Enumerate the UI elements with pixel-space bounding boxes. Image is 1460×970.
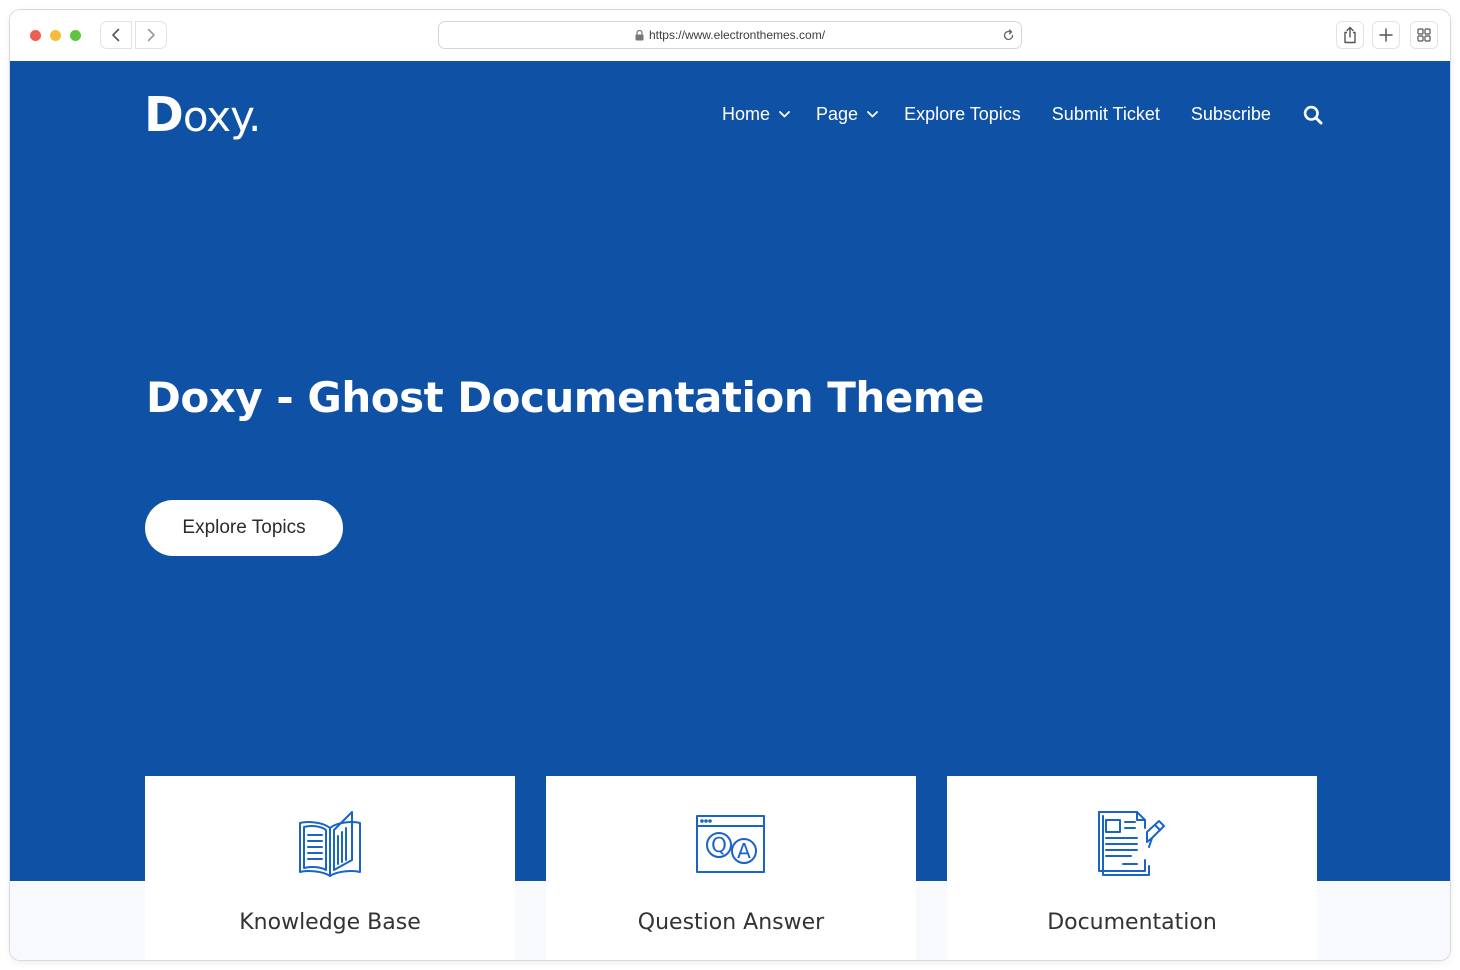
plus-icon bbox=[1379, 28, 1393, 42]
nav-subscribe[interactable]: Subscribe bbox=[1191, 104, 1271, 125]
close-window-button[interactable] bbox=[30, 30, 41, 41]
address-bar[interactable]: https://www.electronthemes.com/ bbox=[438, 21, 1022, 49]
new-tab-button[interactable] bbox=[1372, 21, 1400, 49]
browser-toolbar: https://www.electronthemes.com/ bbox=[10, 10, 1450, 62]
forward-button[interactable] bbox=[135, 21, 167, 49]
share-button[interactable] bbox=[1336, 21, 1364, 49]
nav-home-label: Home bbox=[722, 104, 771, 124]
zoom-window-button[interactable] bbox=[70, 30, 81, 41]
nav-submit-ticket-label: Submit Ticket bbox=[1051, 104, 1160, 124]
chevron-right-icon bbox=[147, 28, 155, 42]
grid-icon bbox=[1417, 28, 1431, 42]
chevron-down-icon bbox=[779, 111, 790, 118]
card-title: Question Answer bbox=[637, 910, 825, 935]
document-pen-icon bbox=[1098, 811, 1165, 876]
qa-window-icon: Q A bbox=[696, 815, 765, 873]
card-title: Knowledge Base bbox=[239, 910, 421, 935]
svg-text:Q: Q bbox=[711, 833, 727, 857]
card-knowledge-base[interactable]: Knowledge Base bbox=[145, 776, 515, 960]
chevron-left-icon bbox=[112, 28, 120, 42]
hero-title: Doxy - Ghost Documentation Theme bbox=[146, 373, 985, 422]
tab-overview-button[interactable] bbox=[1410, 21, 1438, 49]
logo-text: oxy. bbox=[182, 92, 261, 141]
nav-subscribe-label: Subscribe bbox=[1190, 104, 1271, 124]
back-button[interactable] bbox=[100, 21, 132, 49]
card-question-answer[interactable]: Q A Question Answer bbox=[546, 776, 916, 960]
chevron-down-icon bbox=[867, 111, 878, 118]
svg-text:A: A bbox=[737, 839, 751, 863]
main-nav: Home Page Explore Topics Submit Ticket S… bbox=[722, 104, 1323, 125]
hero-section: Doxy. Home Page Explore Topics Submit Ti… bbox=[10, 61, 1450, 881]
card-documentation[interactable]: Documentation bbox=[947, 776, 1317, 960]
nav-explore-topics-label: Explore Topics bbox=[904, 104, 1021, 124]
nav-page[interactable]: Page bbox=[816, 104, 878, 125]
nav-page-label: Page bbox=[816, 104, 859, 124]
browser-window: https://www.electronthemes.com/ Doxy. Ho… bbox=[10, 10, 1450, 960]
search-icon[interactable] bbox=[1303, 105, 1323, 125]
logo-initial: D bbox=[144, 87, 184, 143]
reload-icon[interactable] bbox=[1001, 28, 1015, 42]
card-title: Documentation bbox=[1047, 910, 1217, 935]
site-logo[interactable]: Doxy. bbox=[144, 91, 261, 141]
open-book-icon bbox=[299, 811, 361, 877]
explore-topics-button[interactable]: Explore Topics bbox=[145, 500, 343, 556]
nav-explore-topics[interactable]: Explore Topics bbox=[904, 104, 1021, 125]
lock-icon bbox=[635, 29, 644, 41]
url-text: https://www.electronthemes.com/ bbox=[648, 28, 826, 42]
nav-submit-ticket[interactable]: Submit Ticket bbox=[1052, 104, 1160, 125]
page-content: Doxy. Home Page Explore Topics Submit Ti… bbox=[10, 61, 1450, 960]
nav-home[interactable]: Home bbox=[722, 104, 790, 125]
minimize-window-button[interactable] bbox=[50, 30, 61, 41]
share-icon bbox=[1344, 26, 1356, 44]
